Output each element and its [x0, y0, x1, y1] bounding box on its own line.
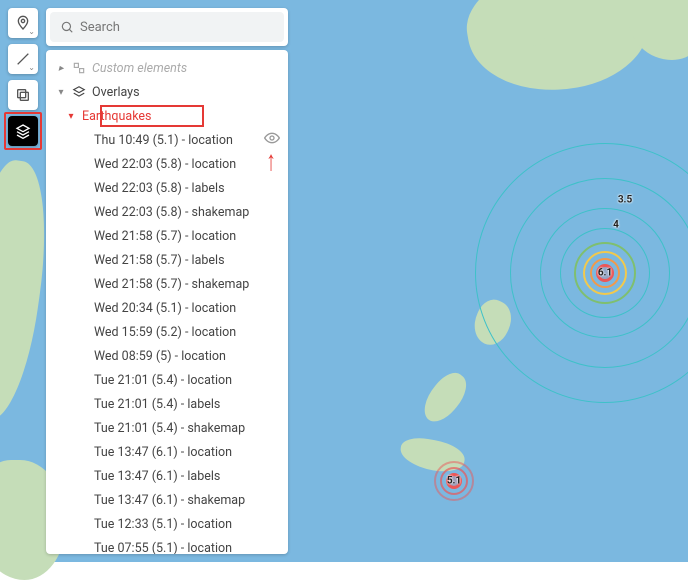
layer-item-label: Wed 15:59 (5.2) - location	[94, 325, 258, 340]
earthquakes-group[interactable]: Earthquakes	[46, 104, 288, 128]
layer-item[interactable]: Tue 21:01 (5.4) - shakemap	[46, 416, 288, 440]
chevron-down-icon: ⌄	[28, 27, 35, 36]
layer-item-label: Thu 10:49 (5.1) - location	[94, 133, 258, 148]
layers-icon	[15, 123, 31, 139]
side-toolbar: ⌄ ⌄	[8, 8, 38, 146]
layer-item[interactable]: Wed 21:58 (5.7) - labels	[46, 248, 288, 272]
group-label: Overlays	[92, 85, 280, 100]
group-label: Custom elements	[92, 61, 280, 76]
layer-item-label: Tue 21:01 (5.4) - location	[94, 373, 258, 388]
layer-item[interactable]: Thu 10:49 (5.1) - location	[46, 128, 288, 152]
overlays-group[interactable]: Overlays	[46, 80, 288, 104]
layer-item-label: Wed 22:03 (5.8) - labels	[94, 181, 258, 196]
layer-list-scroll[interactable]: Custom elements Overlays Earthquakes Thu…	[46, 50, 288, 554]
custom-elements-group[interactable]: Custom elements	[46, 56, 288, 80]
layers-icon	[72, 85, 86, 99]
magnitude-label: 6.1	[598, 268, 612, 279]
layer-item[interactable]: Tue 13:47 (6.1) - location	[46, 440, 288, 464]
chevron-down-icon	[66, 111, 76, 122]
layer-item-label: Tue 13:47 (6.1) - location	[94, 445, 258, 460]
layer-item-label: Tue 13:47 (6.1) - shakemap	[94, 493, 258, 508]
layer-item-label: Tue 13:47 (6.1) - labels	[94, 469, 258, 484]
layer-item-label: Wed 22:03 (5.8) - shakemap	[94, 205, 258, 220]
search-input[interactable]: Search	[50, 12, 284, 42]
layer-item-label: Wed 08:59 (5) - location	[94, 349, 258, 364]
layer-item[interactable]: Wed 21:58 (5.7) - location	[46, 224, 288, 248]
group-label: Earthquakes	[82, 109, 280, 124]
layer-item[interactable]: Tue 12:33 (5.1) - location	[46, 512, 288, 536]
layer-item[interactable]: Tue 21:01 (5.4) - location	[46, 368, 288, 392]
layer-item[interactable]: Wed 22:03 (5.8) - location	[46, 152, 288, 176]
layer-item-label: Wed 21:58 (5.7) - labels	[94, 253, 258, 268]
copy-icon	[15, 87, 31, 103]
layer-item-label: Wed 21:58 (5.7) - location	[94, 229, 258, 244]
layer-item[interactable]: Wed 22:03 (5.8) - labels	[46, 176, 288, 200]
copy-layers-button[interactable]	[8, 80, 38, 110]
search-placeholder: Search	[80, 20, 120, 35]
layer-item[interactable]: Tue 07:55 (5.1) - location	[46, 536, 288, 554]
measure-tool-button[interactable]: ⌄	[8, 44, 38, 74]
layer-item[interactable]: Wed 08:59 (5) - location	[46, 344, 288, 368]
layer-item-label: Tue 21:01 (5.4) - labels	[94, 397, 258, 412]
landmass	[525, 20, 545, 46]
layer-manager-button[interactable]	[8, 116, 38, 146]
ring-label: 3.5	[618, 195, 632, 206]
layer-item[interactable]: Tue 13:47 (6.1) - labels	[46, 464, 288, 488]
layer-item-label: Wed 20:34 (5.1) - location	[94, 301, 258, 316]
chevron-right-icon	[56, 63, 66, 74]
layer-item[interactable]: Tue 21:01 (5.4) - labels	[46, 392, 288, 416]
layer-item[interactable]: Wed 21:58 (5.7) - shakemap	[46, 272, 288, 296]
layer-item-label: Wed 21:58 (5.7) - shakemap	[94, 277, 258, 292]
layers-panel: Search Custom elements Overlays Earthqua…	[46, 8, 288, 554]
marker-tool-button[interactable]: ⌄	[8, 8, 38, 38]
layer-item-label: Tue 21:01 (5.4) - shakemap	[94, 421, 258, 436]
magnitude-label: 5.1	[447, 476, 461, 487]
layer-item[interactable]: Wed 20:34 (5.1) - location	[46, 296, 288, 320]
layer-list: Custom elements Overlays Earthquakes Thu…	[46, 50, 288, 554]
layer-item-label: Tue 12:33 (5.1) - location	[94, 517, 258, 532]
search-container: Search	[46, 8, 288, 46]
visibility-toggle-icon[interactable]	[264, 130, 280, 150]
search-icon	[60, 20, 74, 34]
layer-item[interactable]: Tue 13:47 (6.1) - shakemap	[46, 488, 288, 512]
shapes-icon	[72, 61, 86, 75]
layer-item[interactable]: Wed 15:59 (5.2) - location	[46, 320, 288, 344]
layer-item-label: Tue 07:55 (5.1) - location	[94, 541, 258, 555]
layer-item-label: Wed 22:03 (5.8) - location	[94, 157, 258, 172]
chevron-down-icon: ⌄	[28, 63, 35, 72]
ring-label: 4	[613, 220, 619, 231]
layer-item[interactable]: Wed 22:03 (5.8) - shakemap	[46, 200, 288, 224]
landmass	[416, 367, 474, 428]
chevron-down-icon	[56, 87, 66, 98]
